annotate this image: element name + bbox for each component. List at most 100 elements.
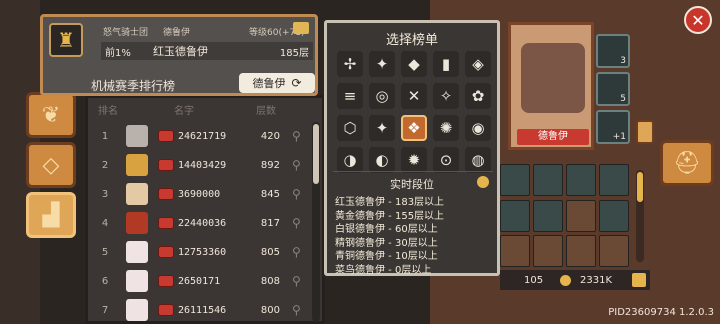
table-row[interactable]: 1 24621719 420 ⚲ (92, 122, 310, 150)
inventory-slot[interactable] (566, 199, 596, 232)
popup-title: 选择榜单 (385, 33, 438, 48)
inventory-slot[interactable] (533, 235, 563, 268)
magnifier-icon[interactable]: ⚲ (292, 245, 301, 259)
table-row[interactable]: 2 14403429 892 ⚲ (92, 151, 310, 179)
avatar (126, 212, 148, 234)
class-icon[interactable]: ◉ (465, 115, 491, 141)
class-icon[interactable]: ✿ (465, 83, 491, 109)
player-class: 德鲁伊 (163, 28, 191, 38)
class-icon[interactable]: ✦ (369, 115, 395, 141)
board-title: 机械赛季排行榜 (91, 79, 176, 93)
magnifier-icon[interactable]: ⚲ (292, 158, 301, 172)
avatar (126, 125, 148, 147)
tier-list: 红玉德鲁伊 - 183层以上 黄金德鲁伊 - 155层以上 白银德鲁伊 - 60… (335, 193, 495, 276)
row-rank: 7 (101, 304, 109, 316)
class-icon[interactable]: ◑ (337, 147, 363, 173)
class-icon[interactable]: ◆ (401, 51, 427, 77)
class-icon[interactable]: ✹ (401, 147, 427, 173)
magnifier-icon[interactable]: ⚲ (292, 216, 301, 230)
guild-name: 怒气骑士团 (103, 28, 149, 38)
inventory-slot[interactable] (599, 199, 629, 232)
tier-line: 青铜德鲁伊 - 10层以上 (335, 251, 438, 262)
inventory-slot[interactable] (500, 164, 530, 196)
class-icon[interactable]: ◈ (465, 51, 491, 77)
helmet-button[interactable]: ⛑ (660, 140, 714, 186)
class-icon[interactable]: ✢ (337, 51, 363, 77)
scrollbar-thumb[interactable] (313, 124, 319, 184)
shop-button[interactable] (632, 273, 646, 287)
row-floor: 420 (260, 130, 280, 142)
inventory-slot[interactable] (533, 199, 563, 232)
inventory-slot[interactable] (566, 235, 596, 268)
skill-slot[interactable]: +1 (596, 110, 630, 144)
inventory-slot[interactable] (566, 164, 596, 196)
class-icon-selected[interactable]: ❖ (401, 115, 427, 141)
player-rank-row: 前1% 红玉德鲁伊 185层 (101, 42, 313, 60)
class-icon[interactable]: ◎ (369, 83, 395, 109)
realtime-tier-title: 实时段位 (390, 178, 434, 191)
class-icon-grid: ✢ ✦ ◆ ▮ ◈ ≡ ◎ ✕ ✧ ✿ ⬡ ✦ ❖ ✺ ◉ ◑ ◐ ✹ ⊙ ◍ (337, 51, 493, 173)
currency-bar: 105 2331K (500, 270, 650, 290)
sidebar-tab-podium[interactable]: ▟ (26, 192, 76, 238)
expand-button[interactable] (636, 120, 654, 144)
class-icon[interactable]: ◍ (465, 147, 491, 173)
tier-line: 精钢德鲁伊 - 30层以上 (335, 237, 438, 249)
chest-icon (158, 159, 174, 171)
class-icon[interactable]: ✧ (433, 83, 459, 109)
class-icon[interactable]: ▮ (433, 51, 459, 77)
magnifier-icon[interactable]: ⚲ (292, 129, 301, 143)
class-select-button[interactable]: 德鲁伊 ⟳ (239, 73, 315, 93)
avatar (126, 270, 148, 292)
character-label: 德鲁伊 (517, 129, 589, 145)
skill-column: 3 5 +1 (596, 34, 632, 148)
ranking-scrollbar[interactable] (312, 122, 320, 322)
magnifier-icon[interactable]: ⚲ (292, 303, 301, 317)
skill-slot[interactable]: 3 (596, 34, 630, 68)
column-floor: 层数 (256, 105, 276, 117)
sidebar-tab-diamond[interactable]: ◇ (26, 142, 76, 188)
class-icon[interactable]: ⬡ (337, 115, 363, 141)
avatar (126, 299, 148, 321)
class-select-label: 德鲁伊 (252, 77, 286, 90)
close-icon: ✕ (691, 10, 705, 30)
inventory-slot[interactable] (533, 164, 563, 196)
scrollbar-thumb[interactable] (637, 172, 643, 202)
leaf-icon: ❦ (41, 102, 61, 128)
skill-slot[interactable]: 5 (596, 72, 630, 106)
magnifier-icon[interactable]: ⚲ (292, 274, 301, 288)
class-icon[interactable]: ≡ (337, 83, 363, 109)
table-row[interactable]: 4 22440036 817 ⚲ (92, 209, 310, 237)
column-name: 名字 (174, 105, 194, 117)
class-icon[interactable]: ⊙ (433, 147, 459, 173)
row-player: 2650171 (178, 275, 221, 287)
select-leaderboard-popup: 选择榜单 ✢ ✦ ◆ ▮ ◈ ≡ ◎ ✕ ✧ ✿ ⬡ ✦ ❖ ✺ ◉ ◑ ◐ ✹… (324, 20, 500, 276)
class-icon[interactable]: ✕ (401, 83, 427, 109)
inventory-slot[interactable] (500, 235, 530, 268)
row-player: 12753360 (178, 246, 227, 258)
inventory-scrollbar[interactable] (636, 170, 644, 262)
version-label: PID23609734 1.2.0.3 (608, 307, 714, 318)
inventory-slot[interactable] (599, 164, 629, 196)
chest-icon (158, 217, 174, 229)
level-icon (293, 22, 309, 34)
class-icon[interactable]: ✦ (369, 51, 395, 77)
sidebar-tab-leaf[interactable]: ❦ (26, 92, 76, 138)
table-row[interactable]: 3 3690000 845 ⚲ (92, 180, 310, 208)
chest-icon (158, 304, 174, 316)
row-floor: 808 (260, 275, 280, 287)
column-rank: 排名 (98, 105, 118, 117)
inventory-slot[interactable] (500, 199, 530, 232)
row-player: 24621719 (178, 130, 227, 142)
class-icon[interactable]: ✺ (433, 115, 459, 141)
table-row[interactable]: 5 12753360 805 ⚲ (92, 238, 310, 266)
magnifier-icon[interactable]: ⚲ (292, 187, 301, 201)
character-sprite (521, 43, 585, 113)
table-row[interactable]: 7 26111546 800 ⚲ (92, 296, 310, 324)
row-player: 22440036 (178, 217, 227, 229)
table-row[interactable]: 6 2650171 808 ⚲ (92, 267, 310, 295)
close-button[interactable]: ✕ (684, 6, 712, 34)
chest-icon (158, 188, 174, 200)
class-icon[interactable]: ◐ (369, 147, 395, 173)
inventory-slot[interactable] (599, 235, 629, 268)
character-panel[interactable]: 德鲁伊 (508, 22, 594, 150)
